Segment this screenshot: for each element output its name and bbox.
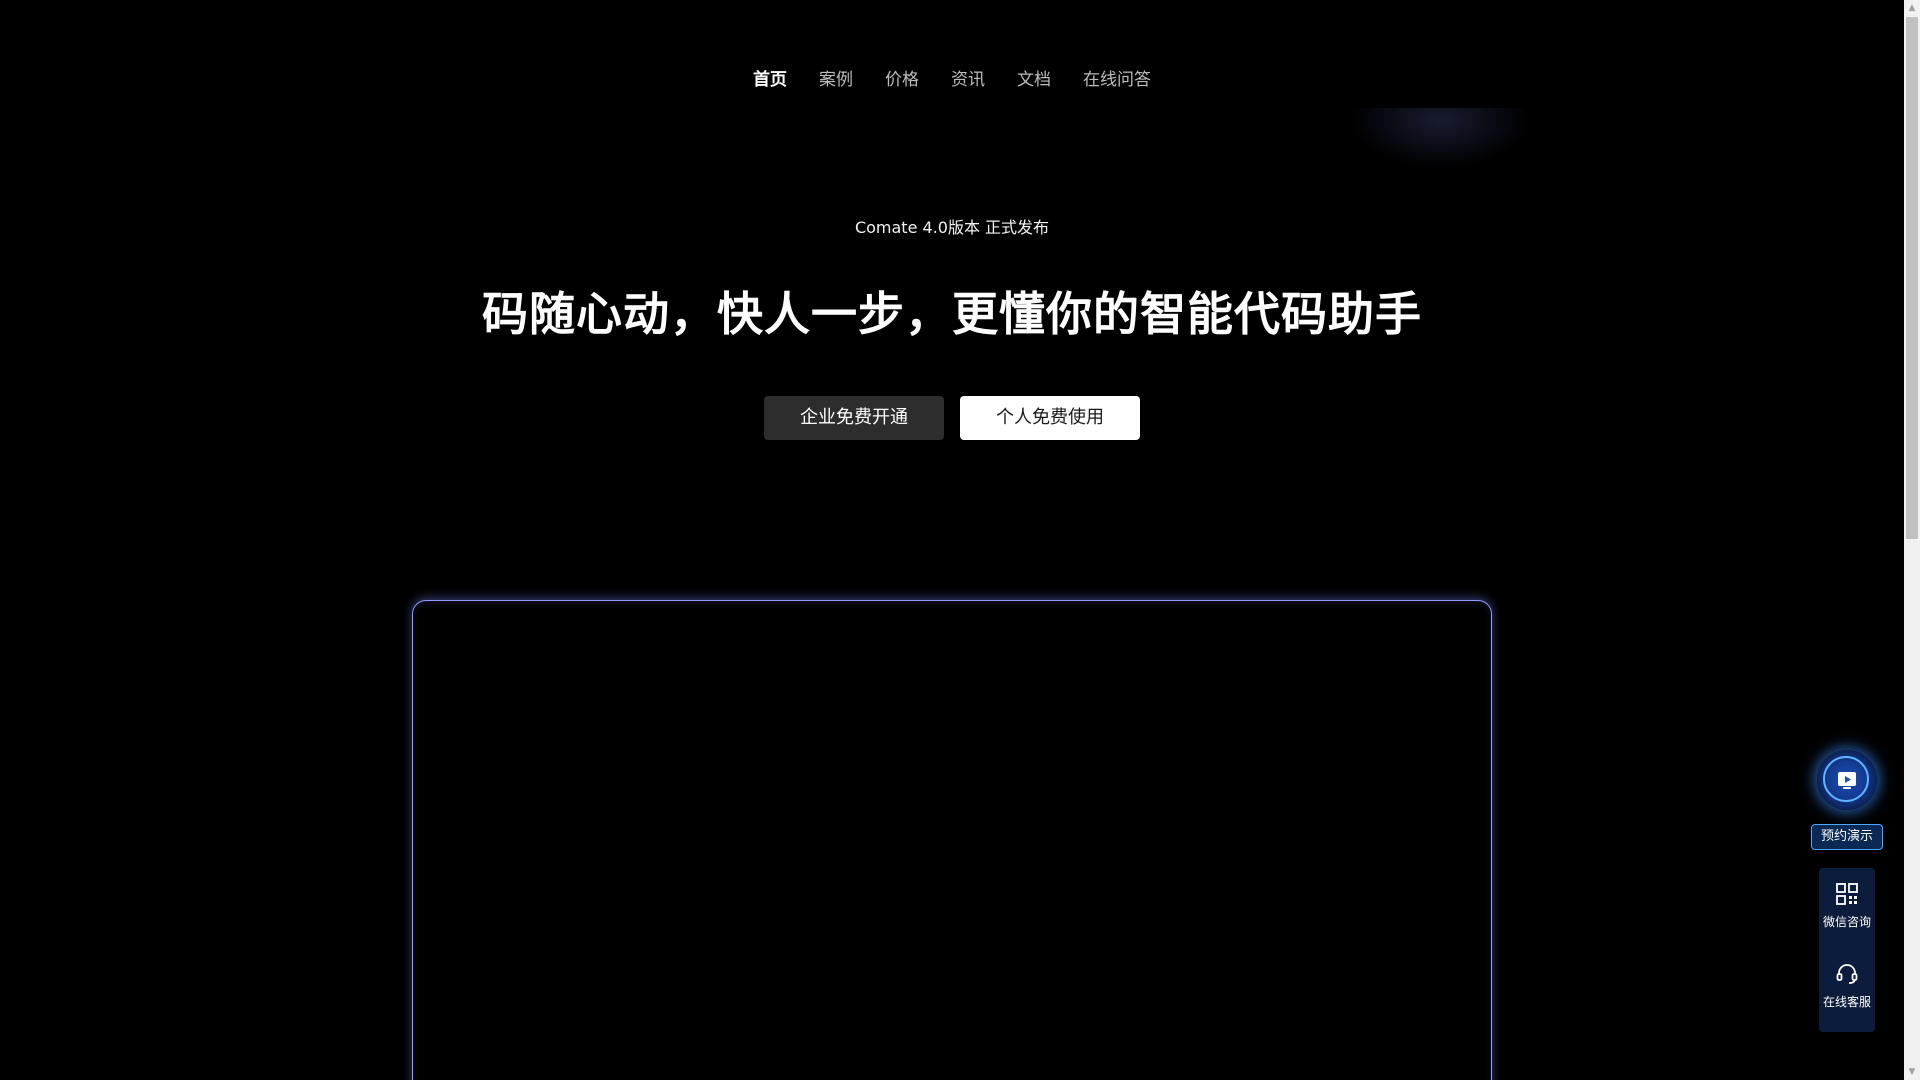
wechat-consult-button[interactable]: 微信咨询	[1819, 868, 1875, 942]
release-tagline: Comate 4.0版本 正式发布	[854, 218, 1050, 237]
wechat-consult-label: 微信咨询	[1822, 915, 1871, 929]
top-nav: 首页 案例 价格 资讯 文档 在线问答	[0, 60, 1904, 100]
scroll-up-arrow-icon[interactable]: ▲	[1904, 0, 1920, 16]
nav-item-pricing[interactable]: 价格	[869, 60, 935, 100]
product-demo-frame	[412, 600, 1492, 1080]
hero-buttons: 企业免费开通 个人免费使用	[0, 396, 1904, 440]
headset-icon	[1836, 964, 1858, 984]
decorative-glow	[1350, 108, 1530, 168]
nav-item-news[interactable]: 资讯	[935, 60, 1001, 100]
nav-item-home[interactable]: 首页	[737, 60, 803, 100]
enterprise-free-button[interactable]: 企业免费开通	[764, 396, 944, 440]
online-service-label: 在线客服	[1822, 995, 1871, 1009]
online-service-button[interactable]: 在线客服	[1819, 948, 1875, 1022]
qr-code-icon	[1836, 883, 1858, 905]
book-demo-button[interactable]: 预约演示	[1811, 824, 1883, 850]
scroll-down-arrow-icon[interactable]: ▼	[1904, 1064, 1920, 1080]
vertical-scrollbar[interactable]: ▲ ▼	[1904, 0, 1920, 1080]
page: 首页 案例 价格 资讯 文档 在线问答 Comate 4.0版本 正式发布 码随…	[0, 0, 1920, 1080]
hero-title: 码随心动，快人一步，更懂你的智能代码助手	[482, 287, 1422, 341]
play-icon	[1838, 772, 1856, 789]
personal-free-button[interactable]: 个人免费使用	[960, 396, 1140, 440]
nav-item-docs[interactable]: 文档	[1001, 60, 1067, 100]
book-demo-fab[interactable]	[1817, 750, 1877, 810]
nav-item-cases[interactable]: 案例	[803, 60, 869, 100]
scrollbar-thumb[interactable]	[1906, 17, 1918, 539]
contact-side-panel: 微信咨询 在线客服	[1819, 868, 1875, 1032]
nav-item-qa[interactable]: 在线问答	[1067, 60, 1167, 100]
